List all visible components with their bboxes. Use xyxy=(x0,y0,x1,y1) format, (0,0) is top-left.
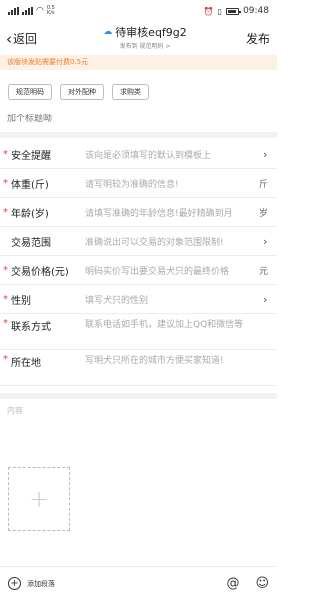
title-input[interactable] xyxy=(7,114,269,124)
field-input[interactable]: 联系电话如手机，建议加上QQ和微信等 xyxy=(85,318,277,346)
status-bar: ◠ 0.5 K/s ⏰ ▯ 09:48 xyxy=(0,0,277,22)
required-mark: * xyxy=(3,293,8,305)
back-label: 返回 xyxy=(13,32,38,46)
field-label: 性别 xyxy=(11,295,31,307)
signal-icon xyxy=(8,7,19,15)
unit-suffix: 元 xyxy=(259,266,269,277)
chevron-right-icon: › xyxy=(263,147,268,161)
divider xyxy=(0,132,277,138)
form-row-weight[interactable]: * 体重(斤) 请写明较为准确的信息! 斤 xyxy=(0,169,277,198)
battery-icon xyxy=(226,7,242,15)
add-image-button[interactable]: + xyxy=(8,467,70,531)
at-mention-icon[interactable]: @ xyxy=(226,576,239,591)
publish-target: 发布到 规范明码 > xyxy=(119,43,171,50)
publish-button[interactable]: 发布 xyxy=(246,30,270,47)
emoji-icon[interactable]: ☺ xyxy=(255,576,269,591)
form-row-gender[interactable]: * 性别 填写犬只的性别 › xyxy=(0,285,277,314)
form-row-trade-range[interactable]: 交易范围 准确说出可以交易的对象范围限制! › xyxy=(0,227,277,256)
cloud-upload-icon: ☁ xyxy=(103,27,113,37)
fee-notice: 该版块发贴需要付费0.5元 xyxy=(0,55,277,70)
unit-suffix: 岁 xyxy=(259,208,269,219)
status-right: ⏰ ▯ 09:48 xyxy=(204,6,269,16)
form-list: * 安全提醒 该向是必须填写的默认到模板上 › * 体重(斤) 请写明较为准确的… xyxy=(0,140,277,386)
content-input[interactable]: 内容 xyxy=(7,405,23,416)
field-label: 安全提醒 xyxy=(11,150,51,162)
chevron-left-icon: ‹ xyxy=(6,29,12,48)
tag-item[interactable]: 对外配种 xyxy=(60,84,104,100)
required-mark: * xyxy=(3,148,8,160)
add-paragraph-label[interactable]: 添加段落 xyxy=(27,579,55,589)
field-label: 联系方式 xyxy=(11,322,51,333)
chevron-right-icon: › xyxy=(263,234,268,248)
tag-item[interactable]: 规范明码 xyxy=(8,84,52,100)
header: ‹ 返回 ☁ 待审核eqf9g2 发布到 规范明码 > 发布 xyxy=(0,22,277,54)
add-paragraph-icon[interactable]: + xyxy=(8,577,21,590)
plus-icon: + xyxy=(28,485,50,513)
page-title: ☁ 待审核eqf9g2 xyxy=(95,24,195,40)
wifi-icon: ◠ xyxy=(36,6,44,16)
field-input[interactable]: 请写明较为准确的信息! xyxy=(85,177,259,190)
net-speed: 0.5 K/s xyxy=(46,5,55,16)
field-input[interactable]: 写明犬只所在的城市方便买家知道! xyxy=(85,354,277,382)
bottom-toolbar: + 添加段落 @ ☺ xyxy=(0,566,277,600)
required-mark: * xyxy=(3,177,8,189)
divider xyxy=(0,393,277,399)
form-row-age[interactable]: * 年龄(岁) 请填写准确的年龄信息!最好精确到月 岁 xyxy=(0,198,277,227)
page-title-text: 待审核eqf9g2 xyxy=(115,26,187,39)
field-value[interactable]: 该向是必须填写的默认到模板上 xyxy=(85,148,263,161)
field-input[interactable]: 请填写准确的年龄信息!最好精确到月 xyxy=(85,206,259,219)
field-label: 交易价格(元) xyxy=(11,266,69,278)
vibrate-icon: ▯ xyxy=(217,6,223,16)
unit-suffix: 斤 xyxy=(259,179,269,190)
required-mark: * xyxy=(3,264,8,276)
back-button[interactable]: ‹ 返回 xyxy=(6,30,37,47)
field-input[interactable]: 明码实价写出要交易犬只的最终价格 xyxy=(85,264,259,277)
status-time: 09:48 xyxy=(243,6,269,16)
required-mark: * xyxy=(3,354,8,365)
form-row-location[interactable]: * 所在地 写明犬只所在的城市方便买家知道! xyxy=(0,350,277,386)
category-tags: 规范明码 对外配种 求购类 xyxy=(8,84,149,100)
form-row-safety[interactable]: * 安全提醒 该向是必须填写的默认到模板上 › xyxy=(0,140,277,169)
required-mark: * xyxy=(3,206,8,218)
chevron-right-icon: › xyxy=(263,292,268,306)
alarm-icon: ⏰ xyxy=(203,6,214,16)
field-label: 所在地 xyxy=(11,358,41,369)
field-value[interactable]: 填写犬只的性别 xyxy=(85,293,263,306)
field-label: 体重(斤) xyxy=(11,179,49,191)
required-mark: * xyxy=(3,318,8,329)
form-row-price[interactable]: * 交易价格(元) 明码实价写出要交易犬只的最终价格 元 xyxy=(0,256,277,285)
field-value[interactable]: 准确说出可以交易的对象范围限制! xyxy=(85,235,263,248)
status-left: ◠ 0.5 K/s xyxy=(8,6,55,16)
title-area[interactable]: ☁ 待审核eqf9g2 发布到 规范明码 > xyxy=(95,24,195,50)
field-label: 交易范围 xyxy=(11,237,51,249)
signal-icon-2 xyxy=(22,7,33,15)
field-label: 年龄(岁) xyxy=(11,208,49,220)
tag-item[interactable]: 求购类 xyxy=(112,84,149,100)
form-row-contact[interactable]: * 联系方式 联系电话如手机，建议加上QQ和微信等 xyxy=(0,314,277,350)
